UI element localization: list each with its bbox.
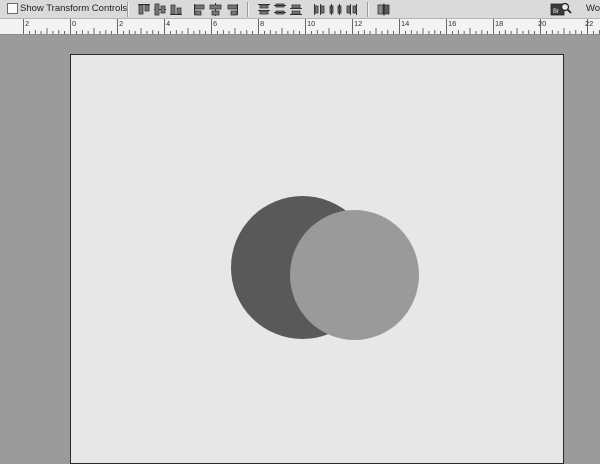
workspace-label[interactable]: Wo: [586, 3, 600, 14]
show-transform-controls-label[interactable]: Show Transform Controls: [20, 3, 127, 14]
toolbar-separator: [127, 2, 128, 17]
align-left-edges-icon[interactable]: [193, 3, 207, 16]
ruler-label: 12: [354, 19, 363, 28]
ruler-label: 22: [585, 19, 594, 28]
ruler-label: 2: [119, 19, 124, 28]
distribute-horizontal-centers-icon[interactable]: [329, 3, 343, 16]
ruler-label: 16: [448, 19, 457, 28]
toolbar-separator: [367, 2, 368, 17]
toolbar-separator: [247, 2, 248, 17]
ruler-label: 18: [495, 19, 504, 28]
workspace-icon[interactable]: Br: [550, 1, 572, 17]
align-bottom-edges-icon[interactable]: [169, 3, 183, 16]
horizontal-ruler[interactable]: 2 0 2 4 6 8 10 12 14 16 18 20 22: [0, 19, 600, 35]
align-horizontal-centers-icon[interactable]: [209, 3, 223, 16]
ruler-label: 14: [401, 19, 410, 28]
ruler-label: 10: [307, 19, 316, 28]
ruler-label: 0: [72, 19, 77, 28]
distribute-left-icon[interactable]: [313, 3, 327, 16]
ruler-label: 4: [166, 19, 171, 28]
options-bar: Show Transform Controls Br Wo: [0, 0, 600, 19]
distribute-vertical-centers-icon[interactable]: [273, 3, 287, 16]
svg-text:Br: Br: [553, 9, 559, 15]
ruler-label: 6: [213, 19, 218, 28]
ruler-ticks: [23, 19, 600, 34]
show-transform-controls-checkbox[interactable]: [7, 3, 18, 14]
ruler-label: 2: [25, 19, 30, 28]
ruler-label: 8: [260, 19, 265, 28]
align-vertical-centers-icon[interactable]: [153, 3, 167, 16]
ruler-label: 20: [538, 19, 547, 28]
auto-align-layers-icon[interactable]: [377, 3, 391, 16]
distribute-bottom-icon[interactable]: [289, 3, 303, 16]
canvas-workspace[interactable]: [0, 35, 600, 464]
light-circle-shape[interactable]: [290, 210, 419, 340]
distribute-right-icon[interactable]: [345, 3, 359, 16]
document-canvas[interactable]: [70, 54, 564, 464]
align-top-edges-icon[interactable]: [137, 3, 151, 16]
distribute-top-icon[interactable]: [257, 3, 271, 16]
align-right-edges-icon[interactable]: [225, 3, 239, 16]
